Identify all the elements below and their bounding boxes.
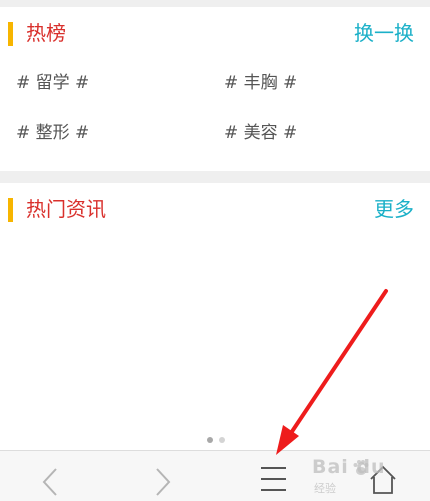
hot-news-header: 热门资讯 更多 — [0, 183, 430, 235]
hot-tag-beauty[interactable]: # 美容 # — [224, 121, 297, 145]
watermark-brand: Bai du — [312, 456, 386, 478]
hot-list-header: 热榜 换一换 — [0, 7, 430, 59]
refresh-button[interactable]: 换一换 — [354, 19, 414, 47]
hot-tag-plastic-surgery[interactable]: # 整形 # — [16, 121, 89, 145]
paw-icon — [353, 460, 369, 475]
forward-button[interactable] — [133, 451, 193, 501]
hot-list-title: 热榜 — [26, 21, 66, 45]
forward-arrow-icon — [156, 468, 171, 496]
hot-news-card: 热门资讯 更多 — [0, 183, 430, 450]
back-button[interactable] — [20, 451, 80, 501]
hot-list-card: 热榜 换一换 # 留学 # # 丰胸 # # 整形 # # 美容 # — [0, 7, 430, 171]
accent-bar — [8, 198, 13, 222]
accent-bar — [8, 22, 13, 46]
top-gap — [0, 0, 430, 7]
baidu-watermark: Bai du 经验 — [300, 454, 428, 498]
hot-news-title: 热门资讯 — [26, 197, 106, 221]
hot-tag-breast[interactable]: # 丰胸 # — [224, 71, 297, 95]
more-button[interactable]: 更多 — [374, 195, 414, 223]
menu-icon — [261, 467, 286, 491]
page-dot-active[interactable] — [207, 437, 213, 443]
menu-button[interactable] — [243, 451, 303, 501]
page-dot[interactable] — [219, 437, 225, 443]
hot-tag-study-abroad[interactable]: # 留学 # — [16, 71, 89, 95]
page-indicator — [207, 437, 231, 445]
back-arrow-icon — [42, 468, 57, 496]
watermark-sub: 经验 — [314, 482, 336, 495]
